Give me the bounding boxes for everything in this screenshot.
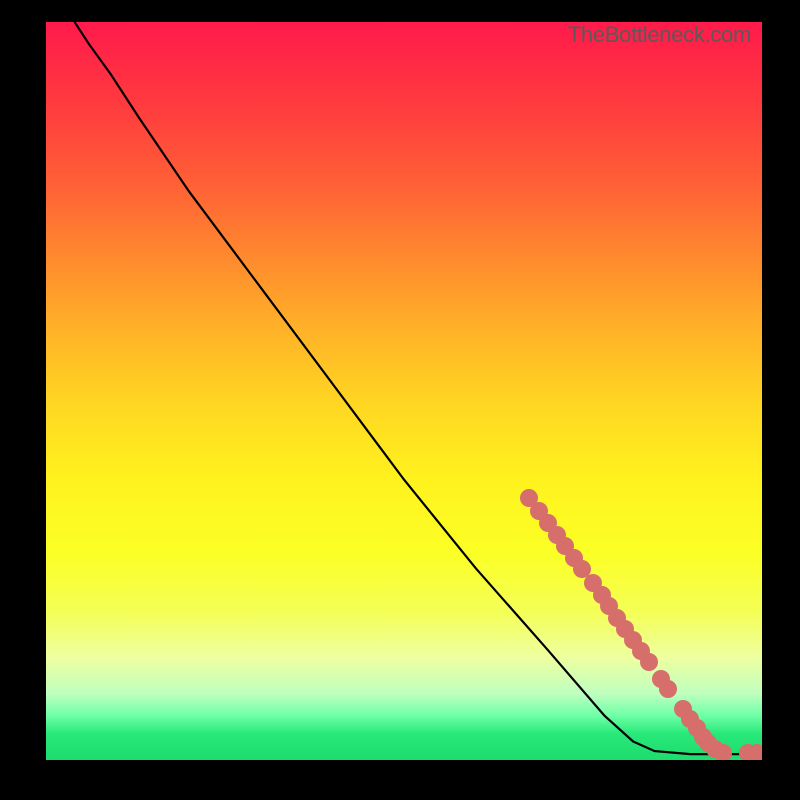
curve-line — [46, 22, 762, 760]
data-point — [640, 653, 658, 671]
data-point — [748, 744, 762, 760]
data-point — [714, 744, 732, 760]
plot-area: TheBottleneck.com — [46, 22, 762, 760]
watermark-label: TheBottleneck.com — [568, 22, 751, 48]
chart-frame: TheBottleneck.com — [0, 0, 800, 800]
